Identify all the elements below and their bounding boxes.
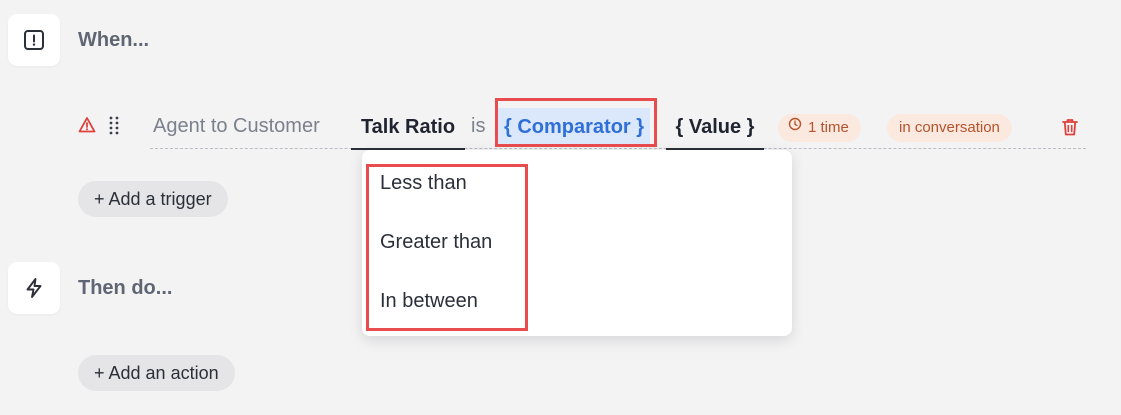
options-highlight-box xyxy=(366,164,528,331)
when-section-title: When... xyxy=(78,29,150,51)
comparator-highlight-box xyxy=(495,98,657,147)
add-action-button[interactable]: + Add an action xyxy=(78,355,235,391)
lightning-icon xyxy=(8,262,60,314)
trash-icon[interactable] xyxy=(1060,117,1080,142)
drag-handle-icon[interactable] xyxy=(107,115,121,140)
frequency-pill[interactable]: 1 time xyxy=(778,114,861,142)
trigger-metric-select[interactable]: Talk Ratio xyxy=(351,106,465,150)
scope-pill[interactable]: in conversation xyxy=(887,114,1012,142)
warning-triangle-icon xyxy=(78,116,96,139)
clock-icon xyxy=(788,113,802,141)
value-input[interactable]: { Value } xyxy=(666,106,764,150)
then-section-title: Then do... xyxy=(78,277,173,299)
automation-rule-editor: When... Agent to Customer Talk Ratio is … xyxy=(0,0,1121,415)
frequency-label: 1 time xyxy=(808,119,849,136)
alert-square-icon xyxy=(8,14,60,66)
trigger-connector: is xyxy=(471,115,486,137)
add-trigger-button[interactable]: + Add a trigger xyxy=(78,181,228,217)
trigger-subject[interactable]: Agent to Customer xyxy=(153,104,320,148)
